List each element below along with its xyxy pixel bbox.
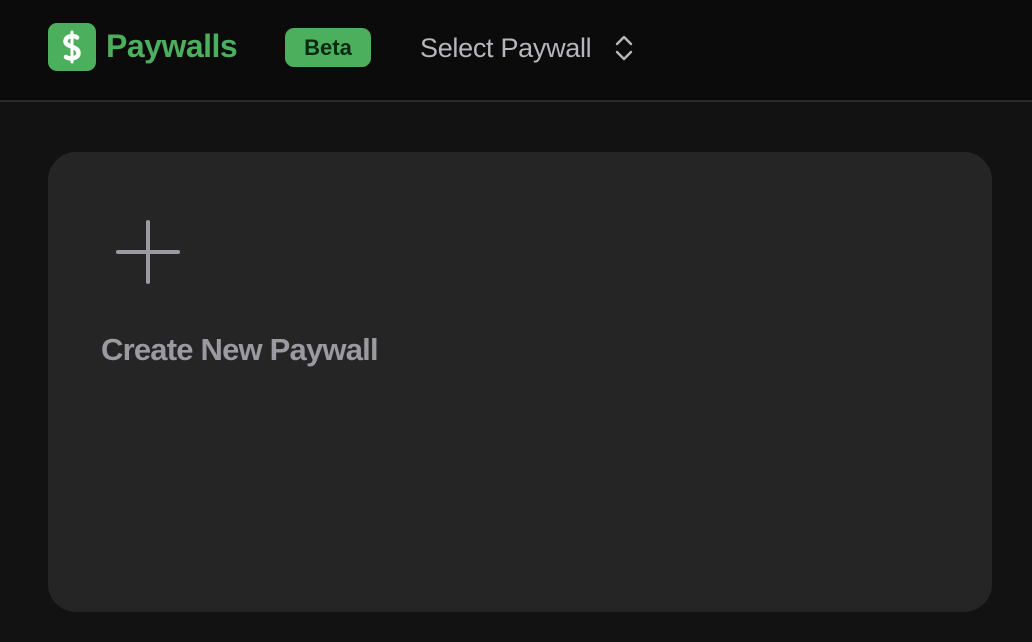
create-new-paywall-card[interactable]: Create New Paywall bbox=[48, 152, 992, 612]
plus-icon bbox=[116, 220, 180, 284]
select-paywall-dropdown[interactable]: Select Paywall bbox=[420, 28, 635, 68]
beta-badge: Beta bbox=[285, 28, 371, 67]
chevron-up-down-icon bbox=[616, 35, 633, 61]
top-bar: Paywalls Beta Select Paywall bbox=[0, 0, 1032, 102]
dollar-sign-icon bbox=[48, 23, 96, 71]
create-new-paywall-label: Create New Paywall bbox=[101, 332, 379, 367]
select-paywall-label: Select Paywall bbox=[420, 33, 592, 63]
app-name: Paywalls bbox=[106, 28, 238, 64]
